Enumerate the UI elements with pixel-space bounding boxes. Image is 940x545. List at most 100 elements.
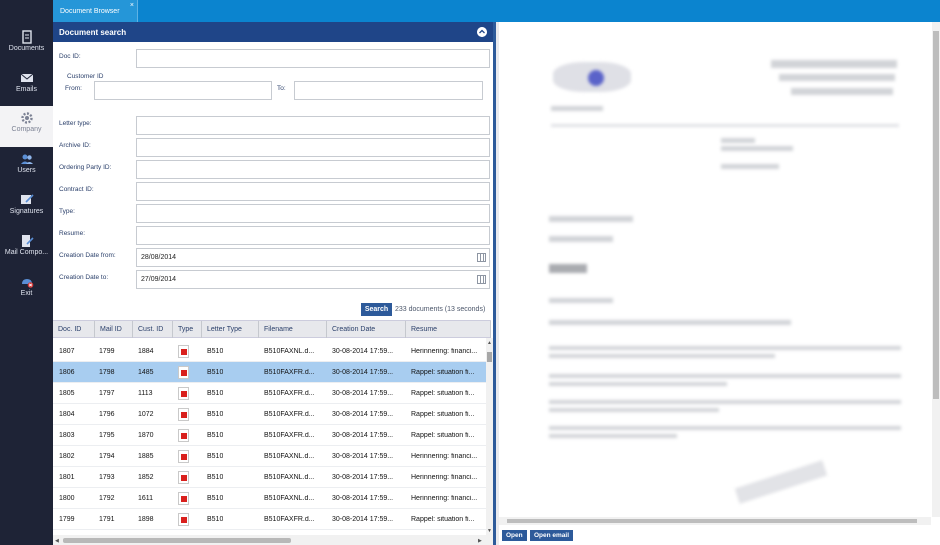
type-field[interactable] [136, 204, 490, 223]
cell-resume: Rappel: situation fi... [411, 516, 475, 523]
cell-mail-id: 1793 [99, 474, 115, 481]
cell-cust-id: 1898 [138, 516, 154, 523]
cell-mail-id: 1796 [99, 411, 115, 418]
cell-doc-id: 1807 [59, 348, 75, 355]
sidebar-item-label: Exit [20, 290, 33, 297]
cell-cust-id: 1072 [138, 411, 154, 418]
cell-doc-id: 1806 [59, 369, 75, 376]
document-icon [21, 30, 32, 44]
pdf-icon [178, 408, 189, 421]
text-blur [549, 216, 633, 222]
cell-cust-id: 1852 [138, 474, 154, 481]
archive-id-field[interactable] [136, 138, 490, 157]
pdf-icon [178, 345, 189, 358]
close-icon[interactable]: × [130, 2, 134, 9]
scroll-left-icon[interactable]: ◀ [55, 538, 59, 544]
text-blur [549, 346, 901, 350]
cell-letter-type: B510 [207, 495, 224, 502]
creation-date-from-field[interactable]: 28/08/2014 [136, 248, 490, 267]
sidebar-item-label: Signatures [9, 208, 44, 215]
table-row[interactable]: 1799 1791 1898 B510 B510FAXFR.d... 30-08-2014… [53, 509, 486, 530]
scroll-thumb[interactable] [487, 352, 492, 362]
table-row[interactable]: 1804 1796 1072 B510 B510FAXFR.d... 30-08-2014… [53, 404, 486, 425]
column-header-mail-id[interactable]: Mail ID [95, 321, 133, 338]
table-row[interactable]: 1806 1798 1485 B510 B510FAXFR.d... 30-08-2014… [53, 362, 486, 383]
table-horizontal-scrollbar[interactable]: ◀ ▶ [53, 535, 493, 545]
collapse-up-icon[interactable] [477, 27, 487, 37]
cell-resume: Rappel: situation fi... [411, 369, 475, 376]
open-button[interactable]: Open [502, 530, 527, 541]
table-row[interactable]: 1801 1793 1852 B510 B510FAXNL.d... 30-08-2014… [53, 467, 486, 488]
sidebar-item-documents[interactable]: Documents [0, 25, 53, 66]
type-label: Type: [59, 208, 75, 215]
preview-vertical-scrollbar[interactable] [932, 22, 940, 517]
sidebar-item-company[interactable]: Company [0, 106, 53, 147]
text-blur [549, 236, 613, 242]
table-row[interactable]: 1807 1799 1884 B510 B510FAXNL.d... 30-08-2014… [53, 341, 486, 362]
column-header-letter-type[interactable]: Letter Type [202, 321, 259, 338]
column-header-creation-date[interactable]: Creation Date [327, 321, 406, 338]
column-header-cust-id[interactable]: Cust. ID [133, 321, 173, 338]
customer-id-from-field[interactable] [94, 81, 272, 100]
text-blur [549, 320, 791, 325]
cell-filename: B510FAXNL.d... [264, 453, 315, 460]
preview-horizontal-scrollbar[interactable] [499, 517, 931, 525]
sidebar-item-mail-compose[interactable]: Mail Compo... [0, 229, 53, 270]
search-button[interactable]: Search [361, 303, 392, 316]
cell-filename: B510FAXNL.d... [264, 348, 315, 355]
customer-id-to-field[interactable] [294, 81, 483, 100]
scroll-thumb[interactable] [507, 519, 917, 523]
scroll-up-icon[interactable]: ▲ [487, 340, 492, 346]
text-blur [551, 106, 603, 111]
column-header-filename[interactable]: Filename [259, 321, 327, 338]
cell-creation-date: 30-08-2014 17:59... [332, 411, 394, 418]
table-row[interactable]: 1802 1794 1885 B510 B510FAXNL.d... 30-08-2014… [53, 446, 486, 467]
cell-cust-id: 1113 [138, 390, 153, 397]
table-row[interactable]: 1805 1797 1113 B510 B510FAXFR.d... 30-08-2014… [53, 383, 486, 404]
pdf-icon [178, 513, 189, 526]
scroll-right-icon[interactable]: ▶ [478, 538, 482, 544]
scroll-down-icon[interactable]: ▼ [487, 528, 492, 534]
cell-cust-id: 1885 [138, 453, 154, 460]
cell-doc-id: 1800 [59, 495, 75, 502]
cell-doc-id: 1805 [59, 390, 75, 397]
users-icon [20, 154, 33, 164]
panel-header: Document search [53, 22, 493, 42]
table-vertical-scrollbar[interactable]: ▲ ▼ [486, 338, 493, 536]
contract-id-field[interactable] [136, 182, 490, 201]
calendar-icon[interactable] [477, 253, 486, 262]
resume-field[interactable] [136, 226, 490, 245]
column-header-doc-id[interactable]: Doc. ID [53, 321, 95, 338]
cell-doc-id: 1801 [59, 474, 75, 481]
sidebar-item-emails[interactable]: Emails [0, 66, 53, 107]
cell-resume: Herinnering: financi... [411, 474, 478, 481]
results-table-header: Doc. ID Mail ID Cust. ID Type Letter Typ… [53, 320, 491, 338]
cell-creation-date: 30-08-2014 17:59... [332, 474, 394, 481]
pdf-icon [178, 387, 189, 400]
text-blur [549, 264, 587, 273]
doc-id-field[interactable] [136, 49, 490, 68]
letter-type-field[interactable] [136, 116, 490, 135]
doc-id-label: Doc ID: [59, 53, 81, 60]
ordering-party-id-field[interactable] [136, 160, 490, 179]
cell-letter-type: B510 [207, 369, 224, 376]
sidebar-item-signatures[interactable]: Signatures [0, 188, 53, 229]
scroll-thumb[interactable] [63, 538, 291, 543]
table-row[interactable]: 1803 1795 1870 B510 B510FAXFR.d... 30-08-2014… [53, 425, 486, 446]
cell-mail-id: 1792 [99, 495, 115, 502]
text-blur [549, 400, 901, 404]
open-email-button[interactable]: Open email [530, 530, 574, 541]
calendar-icon[interactable] [477, 275, 486, 284]
text-blur [549, 382, 727, 386]
sidebar-item-users[interactable]: Users [0, 147, 53, 188]
column-header-resume[interactable]: Resume [406, 321, 491, 338]
signature-pen-icon [20, 194, 34, 204]
sidebar-item-exit[interactable]: Exit [0, 270, 53, 311]
cell-letter-type: B510 [207, 432, 224, 439]
tab-document-browser[interactable]: Document Browser × [53, 0, 138, 22]
column-header-type[interactable]: Type [173, 321, 202, 338]
scroll-thumb[interactable] [933, 31, 939, 399]
table-row[interactable]: 1800 1792 1611 B510 B510FAXNL.d... 30-08-2014… [53, 488, 486, 509]
creation-date-to-field[interactable]: 27/09/2014 [136, 270, 490, 289]
cell-letter-type: B510 [207, 453, 224, 460]
